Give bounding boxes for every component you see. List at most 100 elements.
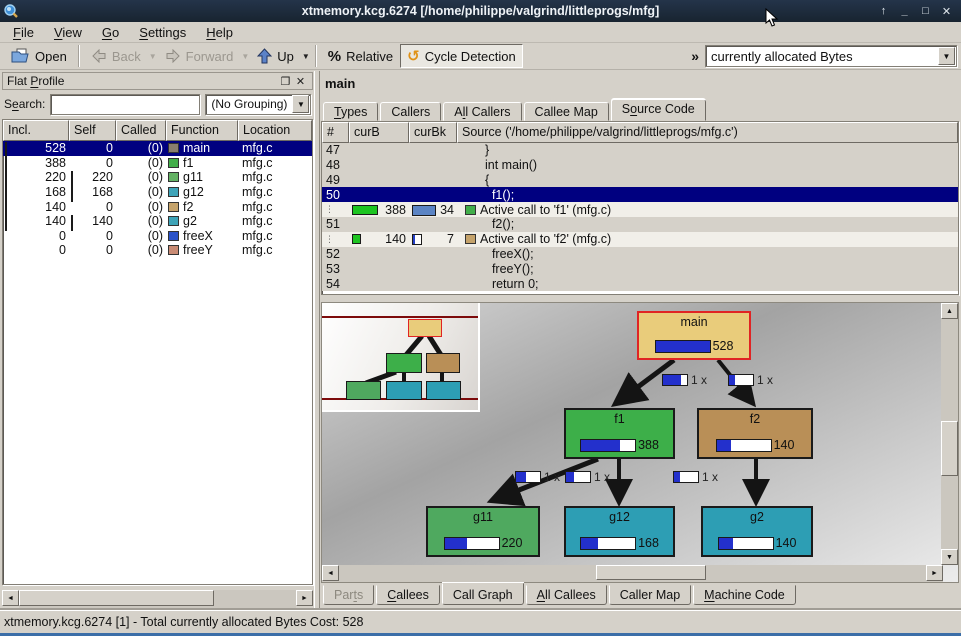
- open-button[interactable]: Open: [4, 44, 74, 68]
- horizontal-splitter[interactable]: [321, 295, 959, 302]
- source-line[interactable]: 49{: [322, 173, 958, 188]
- tab-callee-map[interactable]: Callee Map: [524, 102, 609, 121]
- source-line[interactable]: 51 f2();: [322, 217, 958, 232]
- up-dropdown-icon[interactable]: ▼: [301, 52, 311, 61]
- call-graph-view[interactable]: main 528 f1 388 f2 140 g11 220 g12 168 g…: [321, 302, 959, 583]
- scrollbar-thumb[interactable]: [19, 590, 214, 606]
- column-header-incl[interactable]: Incl.: [3, 120, 69, 141]
- table-row[interactable]: 140 140 (0) g2 mfg.c: [3, 214, 312, 229]
- shade-icon[interactable]: ↑: [875, 3, 892, 19]
- graph-hscrollbar[interactable]: ◄ ►: [322, 565, 943, 582]
- table-row[interactable]: 220 220 (0) g11 mfg.c: [3, 170, 312, 185]
- cycle-detection-toggle[interactable]: ↺ Cycle Detection: [400, 44, 523, 68]
- scroll-left-icon[interactable]: ◄: [322, 565, 339, 581]
- column-header-called[interactable]: Called: [116, 120, 166, 141]
- vertical-splitter[interactable]: [314, 71, 320, 610]
- menu-view[interactable]: View: [45, 23, 91, 42]
- up-button[interactable]: Up: [250, 44, 301, 68]
- forward-dropdown-icon[interactable]: ▼: [240, 52, 250, 61]
- toolbar-overflow-icon[interactable]: »: [685, 48, 705, 64]
- graph-overview-minimap[interactable]: [322, 303, 480, 412]
- tab-caller-map[interactable]: Caller Map: [609, 585, 691, 605]
- graph-vscrollbar[interactable]: ▲ ▼: [941, 303, 958, 565]
- tab-parts[interactable]: Parts: [323, 585, 374, 605]
- scroll-up-icon[interactable]: ▲: [941, 303, 958, 319]
- back-dropdown-icon[interactable]: ▼: [148, 52, 158, 61]
- relative-toggle[interactable]: % Relative: [321, 44, 400, 68]
- column-header-self[interactable]: Self: [69, 120, 116, 141]
- source-line[interactable]: 54 return 0;: [322, 276, 958, 291]
- close-icon[interactable]: ✕: [938, 3, 955, 19]
- graph-node-g2[interactable]: g2 140: [701, 506, 813, 557]
- scroll-down-icon[interactable]: ▼: [941, 549, 958, 565]
- tab-call-graph[interactable]: Call Graph: [442, 583, 524, 605]
- menu-help[interactable]: Help: [197, 23, 242, 42]
- function-color-swatch: [168, 216, 179, 226]
- flat-profile-table: Incl. Self Called Function Location 528 …: [2, 119, 313, 585]
- app-icon[interactable]: [0, 1, 22, 21]
- flat-profile-hscrollbar[interactable]: ◄ ►: [2, 590, 313, 608]
- table-row[interactable]: 388 0 (0) f1 mfg.c: [3, 156, 312, 171]
- column-header-location[interactable]: Location: [238, 120, 312, 141]
- source-annotation[interactable]: ⋮ 388 34 Active call to 'f1' (mfg.c): [322, 202, 958, 217]
- menu-go[interactable]: Go: [93, 23, 128, 42]
- search-row: Search: (No Grouping) ▼: [2, 90, 313, 118]
- graph-node-f2[interactable]: f2 140: [697, 408, 813, 459]
- table-row[interactable]: 0 0 (0) freeY mfg.c: [3, 243, 312, 258]
- edge-label-f1-g11: 1 x: [515, 470, 560, 484]
- column-header-curb[interactable]: curB: [349, 122, 409, 143]
- column-header-curbk[interactable]: curBk: [409, 122, 457, 143]
- scrollbar-thumb[interactable]: [596, 565, 706, 580]
- source-line[interactable]: 47}: [322, 143, 958, 158]
- table-row[interactable]: 140 0 (0) f2 mfg.c: [3, 199, 312, 214]
- graph-node-f1[interactable]: f1 388: [564, 408, 675, 459]
- minimize-icon[interactable]: _: [896, 3, 913, 19]
- graph-node-g11[interactable]: g11 220: [426, 506, 540, 557]
- source-line-selected[interactable]: 50 f1();: [322, 187, 958, 202]
- tab-callers[interactable]: Callers: [380, 102, 441, 121]
- tab-types[interactable]: Types: [323, 102, 378, 121]
- source-annotation[interactable]: ⋮ 140 7 Active call to 'f2' (mfg.c): [322, 232, 958, 247]
- source-line[interactable]: 48int main(): [322, 158, 958, 173]
- tab-source-code[interactable]: Source Code: [611, 99, 706, 121]
- cost-bar: [580, 537, 636, 550]
- menu-file[interactable]: File: [4, 23, 43, 42]
- graph-node-main[interactable]: main 528: [637, 311, 751, 360]
- cost-bar: [718, 537, 774, 550]
- dock-titlebar[interactable]: Flat Profile ❐ ✕: [2, 72, 313, 90]
- cost-bar: [655, 340, 711, 353]
- scroll-right-icon[interactable]: ►: [296, 590, 313, 606]
- graph-node-g12[interactable]: g12 168: [564, 506, 675, 557]
- edge-label-f1-g12: 1 x: [565, 470, 610, 484]
- tab-all-callees[interactable]: All Callees: [526, 585, 607, 605]
- event-type-select[interactable]: currently allocated Bytes ▼: [705, 45, 957, 67]
- scroll-right-icon[interactable]: ►: [926, 565, 943, 581]
- tab-callees[interactable]: Callees: [376, 585, 440, 605]
- cost-bar: [580, 439, 636, 452]
- selected-function-title: main: [325, 76, 355, 91]
- grouping-select[interactable]: (No Grouping) ▼: [205, 94, 311, 115]
- column-header-source[interactable]: Source ('/home/philippe/valgrind/littlep…: [457, 122, 958, 143]
- maximize-icon[interactable]: □: [917, 3, 934, 19]
- minimap-node-g12: [386, 381, 422, 400]
- window-title: xtmemory.kcg.6274 [/home/philippe/valgri…: [0, 4, 961, 18]
- minimap-node-f2: [426, 353, 460, 373]
- source-line[interactable]: 52 freeX();: [322, 247, 958, 262]
- search-input[interactable]: [50, 94, 200, 115]
- table-row[interactable]: 0 0 (0) freeX mfg.c: [3, 229, 312, 244]
- column-header-line[interactable]: #: [322, 122, 349, 143]
- back-button[interactable]: Back: [84, 44, 148, 68]
- table-row[interactable]: 168 168 (0) g12 mfg.c: [3, 185, 312, 200]
- column-header-function[interactable]: Function: [166, 120, 238, 141]
- scroll-left-icon[interactable]: ◄: [2, 590, 19, 606]
- forward-button[interactable]: Forward: [158, 44, 241, 68]
- float-icon[interactable]: ❐: [278, 75, 293, 88]
- tab-all-callers[interactable]: All Callers: [443, 102, 521, 121]
- scrollbar-thumb[interactable]: [941, 421, 958, 476]
- minimap-node-g2: [426, 381, 461, 400]
- source-line[interactable]: 53 freeY();: [322, 261, 958, 276]
- tab-machine-code[interactable]: Machine Code: [693, 585, 796, 605]
- dock-close-icon[interactable]: ✕: [293, 75, 308, 88]
- table-row[interactable]: 528 0 (0) main mfg.c: [3, 141, 312, 156]
- menu-settings[interactable]: Settings: [130, 23, 195, 42]
